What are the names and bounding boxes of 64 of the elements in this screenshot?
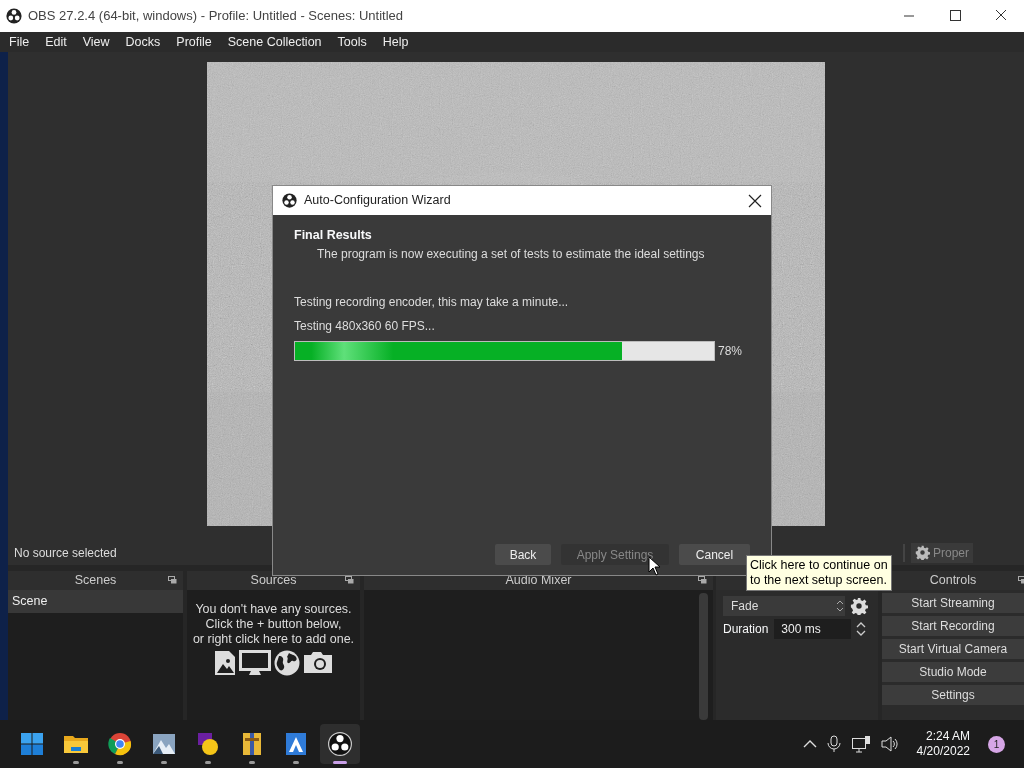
logo-icon [328, 732, 352, 756]
browser-icon [108, 732, 132, 756]
taskbar-app[interactable] [320, 724, 360, 764]
photo-icon [152, 732, 176, 756]
float-icon[interactable] [698, 576, 707, 584]
speaker-icon[interactable] [880, 736, 899, 752]
clock-time: 2:24 AM [925, 729, 970, 744]
detail-text: Testing 480x360 60 FPS... [294, 317, 436, 335]
archive-icon [241, 732, 263, 756]
menu-item[interactable]: Edit [45, 32, 67, 52]
dialog-heading: Final Results [294, 227, 373, 244]
control-button[interactable]: Start Streaming [882, 593, 1024, 613]
windows-icon [21, 733, 43, 755]
control-button[interactable]: Settings [882, 685, 1024, 705]
dock-title: Audio Mixer [505, 572, 572, 590]
menu-item[interactable]: Scene Collection [227, 32, 322, 52]
network-icon[interactable] [850, 735, 871, 753]
folder-icon [63, 733, 89, 755]
chevron-up-icon[interactable] [802, 739, 817, 749]
duration-field[interactable]: 300 ms [774, 619, 852, 639]
dock-title: Scenes [74, 572, 117, 590]
duration-label: Duration [723, 621, 769, 638]
transition-select[interactable]: Fade [723, 596, 845, 616]
dialog-button[interactable]: Cancel [679, 544, 750, 565]
gear-icon[interactable] [850, 597, 868, 615]
status-text: Testing recording encoder, this may take a minute... [294, 293, 570, 311]
clock[interactable]: 2:24 AM 4/20/2022 [916, 729, 970, 759]
menu-item[interactable]: Profile [176, 32, 212, 52]
menu-item[interactable]: Tools [337, 32, 367, 52]
menu-item[interactable]: Help [382, 32, 409, 52]
globe-icon [274, 650, 300, 676]
menu-item[interactable]: File [9, 32, 30, 52]
window-title: OBS 27.2.4 (64-bit, windows) - Profile: Untitled - Scenes: Untitled [28, 7, 403, 26]
messenger-icon [196, 732, 220, 756]
menu-item[interactable]: View [82, 32, 110, 52]
menu-item[interactable]: Docks [125, 32, 161, 52]
scene-item[interactable]: Scene [8, 590, 183, 613]
logo-icon [282, 193, 297, 208]
control-button[interactable]: Start Virtual Camera [882, 639, 1024, 659]
triangle-app-icon [285, 732, 307, 756]
notification-badge[interactable]: 1 [988, 735, 1005, 753]
float-icon[interactable] [345, 576, 354, 584]
control-button[interactable]: Studio Mode [882, 662, 1024, 682]
clock-date: 4/20/2022 [916, 744, 970, 759]
dialog-button[interactable]: Back [495, 544, 551, 565]
tooltip: Click here to continue on to the next setup screen. [746, 555, 892, 591]
logo-icon [6, 8, 22, 24]
gear-icon [914, 545, 930, 560]
dock-title: Controls [929, 572, 977, 590]
spin-arrows-icon [835, 598, 845, 614]
progress-reading: 78% [718, 342, 743, 360]
float-icon[interactable] [168, 576, 177, 584]
dialog-title: Auto-Configuration Wizard [304, 192, 451, 210]
image-icon [214, 650, 236, 676]
microphone-icon[interactable] [826, 735, 841, 753]
dialog-subheading: The program is now executing a set of tests to estimate the ideal settings [316, 245, 706, 263]
close-button[interactable] [748, 193, 762, 208]
camera-icon [303, 650, 333, 674]
dock-title: Sources [250, 572, 297, 590]
status-text: No source selected [14, 544, 117, 562]
monitor-icon [239, 650, 271, 676]
empty-message: You don't have any sources. Click the + button below, or right click here to add one. [192, 602, 355, 647]
control-button[interactable]: Start Recording [882, 616, 1024, 636]
scrollbar[interactable] [699, 593, 708, 720]
